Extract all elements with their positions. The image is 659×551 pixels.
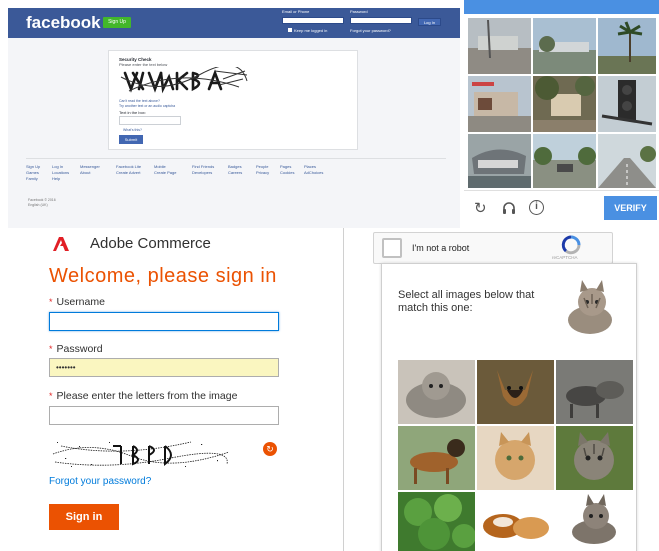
submit-button[interactable]: Submit xyxy=(119,135,143,144)
password-label: Password xyxy=(350,9,368,14)
distorted-captcha-image xyxy=(119,67,249,95)
captcha-tile[interactable] xyxy=(468,76,531,132)
email-label: Email or Phone xyxy=(282,9,310,14)
challenge-prompt: Select all images below that match this … xyxy=(398,289,535,314)
footer-divider xyxy=(26,158,446,159)
email-input[interactable] xyxy=(282,17,344,24)
footer-link[interactable]: About xyxy=(80,170,90,175)
recaptcha-brand: reCAPTCHA xyxy=(552,255,578,260)
challenge-tile[interactable] xyxy=(477,426,554,490)
screenshot-collage: facebook Sign Up Email or Phone Password… xyxy=(0,0,659,551)
signup-button[interactable]: Sign Up xyxy=(103,17,131,28)
recaptcha-match-panel: I'm not a robot reCAPTCHA Select all ima… xyxy=(343,228,659,551)
facebook-header: facebook Sign Up Email or Phone Password… xyxy=(8,8,460,38)
footer-link[interactable]: Family xyxy=(26,176,38,181)
footer-link[interactable]: Developers xyxy=(192,170,212,175)
challenge-box: Select all images below that match this … xyxy=(381,263,637,551)
footer-link[interactable]: Find Friends xyxy=(192,164,214,169)
forgot-account-link[interactable]: Forgot your password? xyxy=(350,28,391,33)
challenge-tile[interactable] xyxy=(477,360,554,424)
footer-link[interactable]: AdChoices xyxy=(304,170,323,175)
challenge-tile[interactable] xyxy=(556,360,633,424)
verify-button[interactable]: VERIFY xyxy=(604,196,657,220)
captcha-reload-icon[interactable]: ↻ xyxy=(263,442,277,456)
password-label-text: Password xyxy=(56,343,103,355)
footer-link[interactable]: Log In xyxy=(52,164,63,169)
footer-link[interactable]: Mobile xyxy=(154,164,166,169)
captcha-tile[interactable] xyxy=(598,76,656,132)
login-button[interactable]: Log In xyxy=(418,18,441,26)
captcha-tile[interactable] xyxy=(533,134,596,188)
username-label-text: Username xyxy=(56,296,105,308)
security-check-card: Security Check Please enter the text bel… xyxy=(108,50,358,150)
challenge-tile[interactable] xyxy=(556,426,633,490)
password-input[interactable]: ••••••• xyxy=(49,358,279,377)
image-grid-captcha-panel: ↻ i VERIFY xyxy=(464,0,659,228)
keep-logged-in-checkbox[interactable] xyxy=(288,28,292,32)
footer-link[interactable]: Messenger xyxy=(80,164,100,169)
recaptcha-anchor: I'm not a robot reCAPTCHA xyxy=(373,232,613,264)
captcha-tile[interactable] xyxy=(468,18,531,74)
sample-cat-image xyxy=(560,278,618,336)
footer-link[interactable]: Games xyxy=(26,170,39,175)
captcha-footer-divider xyxy=(464,190,659,191)
footer-link[interactable]: Cookies xyxy=(280,170,294,175)
copyright: Facebook © 2016 English (UK) xyxy=(28,198,56,208)
keep-logged-in-label: Keep me logged in xyxy=(294,28,328,33)
footer-link[interactable]: Help xyxy=(52,176,60,181)
adobe-brand-name: Adobe Commerce xyxy=(90,235,211,252)
sign-in-button[interactable]: Sign in xyxy=(49,504,119,530)
cant-read-link[interactable]: Can't read the text above? xyxy=(119,99,160,103)
facebook-security-check-panel: facebook Sign Up Email or Phone Password… xyxy=(8,8,460,228)
adobe-commerce-login-panel: Adobe Commerce Welcome, please sign in *… xyxy=(35,228,305,551)
captcha-tile[interactable] xyxy=(598,18,656,74)
captcha-tile[interactable] xyxy=(598,134,656,188)
captcha-label: * Please enter the letters from the image xyxy=(49,390,238,402)
adobe-logo-icon xyxy=(53,237,69,251)
forgot-password-link[interactable]: Forgot your password? xyxy=(49,476,151,487)
footer-link[interactable]: Sign Up xyxy=(26,164,40,169)
footer-link[interactable]: Create Page xyxy=(154,170,176,175)
captcha-text-input[interactable] xyxy=(119,116,181,125)
footer-link[interactable]: Careers xyxy=(228,170,242,175)
recaptcha-logo-icon xyxy=(561,235,581,255)
password-value: ••••••• xyxy=(56,363,76,372)
text-in-box-label: Text in the box: xyxy=(119,110,146,115)
challenge-tile[interactable] xyxy=(398,426,475,490)
panel-divider xyxy=(343,228,344,551)
whats-this-link[interactable]: What's this? xyxy=(123,128,142,132)
language-link[interactable]: English (UK) xyxy=(28,203,56,208)
captcha-tile[interactable] xyxy=(533,18,596,74)
footer-link[interactable]: Privacy xyxy=(256,170,269,175)
captcha-header-bar xyxy=(464,0,659,14)
captcha-image xyxy=(51,436,231,472)
footer-link[interactable]: Places xyxy=(304,164,316,169)
username-label: * Username xyxy=(49,296,105,308)
footer-link[interactable]: Locations xyxy=(52,170,69,175)
challenge-tile[interactable] xyxy=(398,360,475,424)
captcha-input[interactable] xyxy=(49,406,279,425)
not-robot-checkbox[interactable] xyxy=(382,238,402,258)
info-icon[interactable]: i xyxy=(529,200,544,215)
username-input[interactable] xyxy=(49,312,279,331)
footer-link[interactable]: Pages xyxy=(280,164,291,169)
captcha-tile[interactable] xyxy=(533,76,596,132)
not-robot-label: I'm not a robot xyxy=(412,243,470,253)
password-input[interactable] xyxy=(350,17,412,24)
captcha-label-text: Please enter the letters from the image xyxy=(56,390,238,402)
password-label: * Password xyxy=(49,343,103,355)
reload-icon[interactable]: ↻ xyxy=(474,199,487,217)
challenge-tile[interactable] xyxy=(556,492,633,551)
challenge-tile[interactable] xyxy=(477,492,554,551)
welcome-heading: Welcome, please sign in xyxy=(49,265,277,287)
headphones-icon[interactable] xyxy=(502,201,516,220)
footer-link[interactable]: Create Advert xyxy=(116,170,140,175)
footer-link[interactable]: People xyxy=(256,164,268,169)
footer-link[interactable]: Badges xyxy=(228,164,242,169)
facebook-logo[interactable]: facebook xyxy=(26,13,101,33)
challenge-tile[interactable] xyxy=(398,492,475,551)
footer-link[interactable]: Facebook Lite xyxy=(116,164,141,169)
try-another-link[interactable]: Try another text or an audio captcha xyxy=(119,104,175,108)
captcha-tile[interactable] xyxy=(468,134,531,188)
